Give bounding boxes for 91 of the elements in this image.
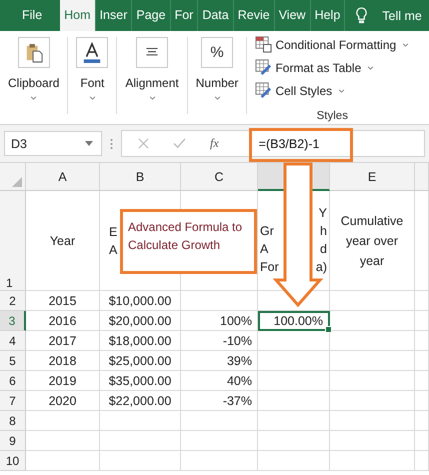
row-header[interactable]: 5 (0, 351, 26, 371)
dots-icon (110, 138, 113, 150)
empty-cell (415, 431, 429, 451)
chevron-icon[interactable] (148, 96, 156, 100)
chevron-icon[interactable] (367, 66, 374, 70)
column-header[interactable]: E (330, 163, 415, 191)
table-cell: 2017 (26, 331, 100, 351)
chevron-icon[interactable] (338, 88, 346, 92)
empty-cell (415, 451, 429, 471)
empty-cell (415, 331, 429, 351)
clipboard-icon[interactable] (18, 37, 50, 68)
table-cell: $22,000.00 (100, 391, 181, 411)
column-header[interactable]: B (100, 163, 181, 191)
table-cell: Year (26, 191, 100, 291)
table-cell: Y (318, 206, 327, 222)
table-cell-text: Cumulative year over year (340, 212, 404, 270)
table-cell: $18,000.00 (100, 331, 181, 351)
styles-menu-item[interactable]: Conditional Formatting (275, 38, 396, 52)
ribbon-tab[interactable]: File (10, 0, 60, 31)
table-brush-icon[interactable] (255, 59, 272, 76)
group-label: Styles (316, 110, 348, 122)
table-cell: $10,000.00 (100, 291, 181, 311)
table-cell: h (320, 224, 327, 240)
tell-me-field[interactable]: Tell me (382, 8, 422, 22)
name-box[interactable]: D3 (4, 131, 102, 156)
cell-brush-icon[interactable] (255, 82, 272, 99)
conditional-format-icon[interactable] (255, 36, 272, 53)
callout-note: Advanced Formula to Calculate Growth (120, 209, 257, 274)
empty-cell (258, 391, 330, 411)
empty-cell (258, 351, 330, 371)
table-cell: a) (316, 260, 327, 276)
table-cell: -10% (181, 331, 258, 351)
empty-cell (258, 431, 330, 451)
table-cell: Gr (260, 224, 274, 240)
column-header[interactable]: A (26, 163, 100, 191)
empty-cell (415, 291, 429, 311)
align-icon[interactable] (136, 37, 168, 68)
group-label: Alignment (125, 76, 179, 90)
table-cell: 100% (181, 311, 258, 331)
table-cell: $35,000.00 (100, 371, 181, 391)
checkmark-icon[interactable] (173, 138, 186, 149)
table-cell: For (260, 260, 279, 276)
table-cell: 2018 (26, 351, 100, 371)
table-cell: 39% (181, 351, 258, 371)
empty-cell (415, 411, 429, 431)
group-label: Number (196, 76, 238, 90)
row-header[interactable]: 10 (0, 451, 26, 471)
chevron-icon[interactable] (30, 96, 38, 100)
table-cell: E (109, 224, 118, 238)
table-cell: 2016 (26, 311, 100, 331)
row-header[interactable]: 3 (0, 311, 26, 331)
percent-icon[interactable]: % (201, 37, 234, 68)
chevron-icon[interactable] (402, 42, 410, 46)
row-header[interactable]: 7 (0, 391, 26, 411)
table-cell: 2015 (26, 291, 100, 311)
empty-cell (258, 411, 330, 431)
empty-cell (415, 351, 429, 371)
row-header[interactable]: 9 (0, 431, 26, 451)
triangle-icon (12, 177, 22, 187)
empty-cell (415, 391, 429, 411)
empty-cell (258, 331, 330, 351)
row-header[interactable]: 2 (0, 291, 26, 311)
styles-menu-item[interactable]: Format as Table (275, 60, 362, 74)
ribbon-tab[interactable]: Hom (60, 0, 96, 31)
table-cell: $25,000.00 (100, 351, 181, 371)
empty-cell (258, 371, 330, 391)
lightbulb-icon (355, 7, 368, 24)
column-header[interactable]: C (181, 163, 258, 191)
table-cell: 2019 (26, 371, 100, 391)
chevron-icon[interactable] (214, 96, 221, 100)
row-header[interactable]: 1 (0, 191, 26, 291)
table-cell: A (260, 242, 268, 258)
font-icon[interactable] (76, 37, 108, 68)
table-cell: $20,000.00 (100, 311, 181, 331)
empty-cell (415, 371, 429, 391)
empty-cell (415, 311, 429, 331)
empty-cell (258, 451, 330, 471)
chevron-icon[interactable] (88, 96, 96, 100)
group-label: Font (80, 76, 104, 90)
table-cell: 40% (181, 371, 258, 391)
insert-function-button[interactable]: fx (210, 136, 219, 151)
styles-menu-item[interactable]: Cell Styles (275, 84, 332, 98)
table-cell: -37% (181, 391, 258, 411)
selected-cell[interactable]: 100.00% (258, 311, 330, 331)
table-cell: 2020 (26, 391, 100, 411)
row-header[interactable]: 8 (0, 411, 26, 431)
table-cell: A (109, 242, 118, 256)
row-header[interactable]: 4 (0, 331, 26, 351)
row-header[interactable]: 6 (0, 371, 26, 391)
group-label: Clipboard (8, 76, 60, 90)
table-cell: d (320, 242, 327, 258)
